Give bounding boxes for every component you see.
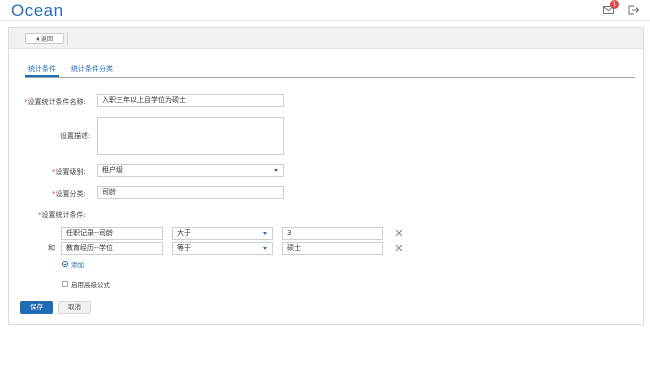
name-input[interactable]: 入职三年以上且学位为硕士	[97, 94, 284, 107]
ocean-logo[interactable]: Ocean	[11, 1, 64, 21]
chevron-down-icon	[263, 247, 267, 250]
condition-field-input[interactable]: 教育经历--学位	[61, 242, 163, 255]
name-label: *设置统计条件名称:	[24, 98, 86, 106]
condition-value-input[interactable]: 3	[282, 227, 383, 240]
tab-bar: 统计条件 统计条件分类	[25, 64, 635, 78]
advanced-formula-row: 启用高级公式	[62, 279, 110, 289]
condition-operator-select[interactable]: 等于	[172, 242, 273, 255]
notification-badge: 1	[610, 0, 619, 9]
condition-field-input[interactable]: 任职记录--司龄	[61, 227, 163, 240]
condition-operator-select[interactable]: 大于	[172, 227, 273, 240]
conditions-label: *设置统计条件:	[38, 211, 86, 219]
close-icon[interactable]	[395, 229, 403, 237]
back-button-label: 返回	[40, 36, 53, 43]
level-label: *设置级别:	[52, 168, 86, 176]
condition-operator-value: 等于	[177, 244, 191, 252]
description-label: 设置描述:	[60, 132, 91, 140]
tab-condition-categories[interactable]: 统计条件分类	[71, 64, 113, 77]
chevron-down-icon	[274, 169, 278, 172]
description-textarea[interactable]	[97, 117, 284, 155]
close-icon[interactable]	[395, 244, 403, 252]
level-select-value: 租户级	[102, 166, 123, 174]
category-input[interactable]: 司龄	[97, 186, 284, 199]
logout-icon[interactable]	[628, 5, 639, 15]
cancel-button[interactable]: 取消	[58, 301, 91, 314]
add-condition-label: 添加	[71, 261, 84, 269]
top-bar: Ocean 1	[0, 0, 650, 21]
advanced-formula-checkbox[interactable]	[62, 281, 68, 287]
conjunction-label: 和	[48, 244, 55, 252]
advanced-formula-label: 启用高级公式	[71, 281, 110, 289]
add-condition-button[interactable]: 添加	[62, 259, 84, 269]
save-button[interactable]: 保存	[20, 301, 53, 314]
back-button[interactable]: 返回	[25, 33, 64, 44]
tab-statistic-conditions[interactable]: 统计条件	[25, 64, 59, 77]
back-arrow-icon	[35, 36, 39, 41]
condition-value-input[interactable]: 硕士	[282, 242, 383, 255]
panel-toolbar: 返回	[9, 28, 643, 49]
condition-operator-value: 大于	[177, 229, 191, 237]
plus-circle-icon	[62, 261, 68, 267]
level-select[interactable]: 租户级	[97, 164, 284, 177]
chevron-down-icon	[263, 232, 267, 235]
category-label: *设置分类:	[52, 190, 86, 198]
toolbar-divider	[67, 32, 68, 45]
